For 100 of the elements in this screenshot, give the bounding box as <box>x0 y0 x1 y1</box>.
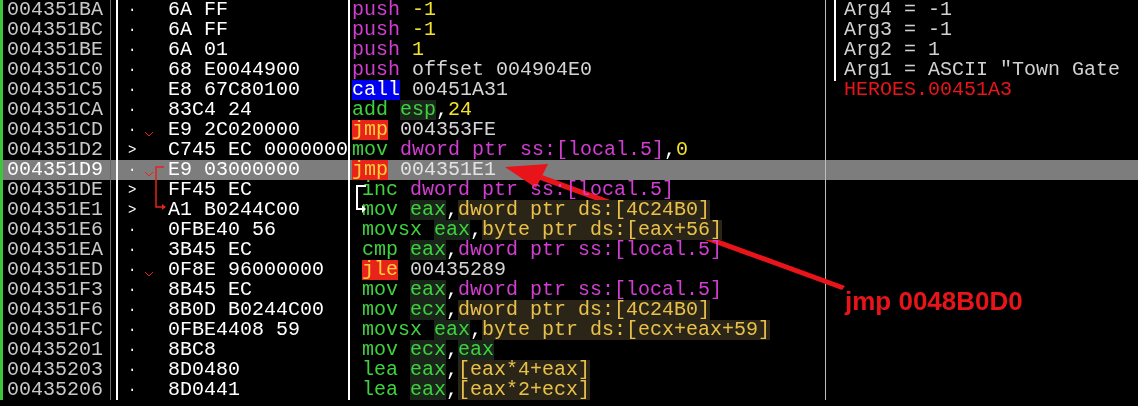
operand-text: byte ptr ds:[eax+56] <box>482 220 723 240</box>
code-row[interactable]: 004351D9 · E9 03000000 jmp 004351E1 <box>3 160 1138 180</box>
marker-text: · <box>128 161 138 180</box>
comma-text: , <box>470 320 483 340</box>
marker-text: · <box>128 301 138 320</box>
comma-text: , <box>446 340 459 360</box>
marker-text: · <box>128 81 138 100</box>
marker-text: · <box>128 21 138 40</box>
code-row[interactable]: 004351CA · 83C4 24 add esp,24 <box>3 100 1138 120</box>
comma-text: , <box>436 100 449 120</box>
operand-text: dword ptr ds:[4C24B0] <box>458 200 711 220</box>
operand-text: eax <box>410 380 447 400</box>
operand-text: dword ptr ss:[local.5] <box>458 240 723 260</box>
marker-text: · <box>128 41 138 60</box>
marker-text: · <box>128 221 138 240</box>
mnemonic-text: mov <box>362 340 398 360</box>
marker-text: > <box>128 181 138 200</box>
address-text: 004351F3 <box>7 278 103 301</box>
operand-text: byte ptr ds:[ecx+eax+59] <box>482 320 771 340</box>
operand-text: dword ptr ds:[4C24B0] <box>458 300 711 320</box>
mnemonic-text: jmp <box>352 120 388 140</box>
operand-text: -1 <box>412 20 437 40</box>
marker-text: · <box>128 341 138 360</box>
operand-text: offset 004904E0 <box>412 60 593 80</box>
bytes-text: 0F8E 96000000 <box>168 260 325 280</box>
operand-text: 00451A31 <box>412 80 509 100</box>
operand-text: eax <box>410 240 447 260</box>
address-text: 004351BE <box>7 38 103 61</box>
bytes-text: 6A FF <box>168 20 228 40</box>
code-row[interactable]: 004351C5 · E8 67C80100 call 00451A31 HEROES.00451A3 <box>3 80 1138 100</box>
mnemonic-text: inc <box>362 180 398 200</box>
annotation-text: jmp 0048B0D0 <box>845 286 1023 316</box>
address-text: 004351C0 <box>7 58 103 81</box>
address-text: 004351ED <box>7 258 103 281</box>
comment-text: Arg2 = 1 <box>834 38 940 61</box>
code-row[interactable]: 004351FC · 0FBE4408 59 movsx eax,byte ptr ds:[ecx+eax+59] <box>3 320 1138 340</box>
mnemonic-text: mov <box>352 140 388 160</box>
code-row[interactable]: 00435206 · 8D0441 lea eax,[eax*2+ecx] <box>3 380 1138 400</box>
address-text: 004351EA <box>7 238 103 261</box>
address-text: 004351FC <box>7 318 103 341</box>
marker-text: > <box>128 201 138 220</box>
operand-text: 00435289 <box>410 260 507 280</box>
bytes-text: 0FBE4408 59 <box>168 320 301 340</box>
comma-text: , <box>446 240 459 260</box>
bytes-text: 3B45 EC <box>168 240 252 260</box>
bytes-text: 0FBE40 56 <box>168 220 277 240</box>
mnemonic-text: lea <box>362 360 398 380</box>
operand-text: ecx <box>410 340 447 360</box>
address-text: 004351BC <box>7 18 103 41</box>
mnemonic-text: mov <box>362 300 398 320</box>
operand-text: [eax*4+eax] <box>458 360 591 380</box>
marker-text: · <box>128 381 138 400</box>
mnemonic-text: add <box>352 100 388 120</box>
operand-text: dword ptr ss:[local.5] <box>458 280 723 300</box>
bytes-text: 6A 01 <box>168 40 228 60</box>
mnemonic-text: movsx <box>362 220 422 240</box>
comma-text: , <box>446 200 459 220</box>
code-row[interactable]: 004351E6 · 0FBE40 56 movsx eax,byte ptr ds:[eax+56] <box>3 220 1138 240</box>
operand-text: -1 <box>412 0 437 20</box>
bytes-text: 68 E0044900 <box>168 60 301 80</box>
mnemonic-text: push <box>352 0 400 20</box>
address-text: 004351CA <box>7 98 103 121</box>
marker-text: · <box>128 361 138 380</box>
comma-text: , <box>446 380 459 400</box>
code-row[interactable]: 004351BE · 6A 01 push 1 Arg2 = 1 <box>3 40 1138 60</box>
comment-text: Arg4 = -1 <box>834 0 953 21</box>
mnemonic-text: mov <box>362 280 398 300</box>
address-text: 004351E1 <box>7 198 103 221</box>
mnemonic-text: push <box>352 40 400 60</box>
operand-text: 004353FE <box>400 120 497 140</box>
comment-text: HEROES.00451A3 <box>843 78 1013 101</box>
bytes-text: 83C4 24 <box>168 100 252 120</box>
marker-text: · <box>128 121 138 140</box>
marker-text: · <box>128 281 138 300</box>
mnemonic-text: cmp <box>362 240 398 260</box>
comma-text: , <box>446 280 459 300</box>
marker-text: · <box>128 321 138 340</box>
address-text: 00435206 <box>7 378 103 401</box>
address-text: 00435203 <box>7 358 103 381</box>
address-text: 004351CD <box>7 118 103 141</box>
marker-text: · <box>128 101 138 120</box>
mnemonic-text: mov <box>362 200 398 220</box>
operand-text: [eax*2+ecx] <box>458 380 591 400</box>
operand-text: eax <box>410 200 447 220</box>
mnemonic-text: push <box>352 60 400 80</box>
comment-text: Arg3 = -1 <box>834 18 953 41</box>
marker-text: · <box>128 241 138 260</box>
operand-text: 1 <box>412 40 425 60</box>
mnemonic-text: movsx <box>362 320 422 340</box>
comma-text: , <box>470 220 483 240</box>
code-row[interactable]: 004351BC · 6A FF push -1 Arg3 = -1 <box>3 20 1138 40</box>
code-row[interactable]: 004351CD · E9 2C020000 jmp 004353FE <box>3 120 1138 140</box>
address-text: 004351C5 <box>7 78 103 101</box>
mnemonic-text: call <box>352 80 400 100</box>
comma-text: , <box>446 300 459 320</box>
address-text: 004351BA <box>7 0 103 21</box>
code-row[interactable]: 004351BA · 6A FF push -1 Arg4 = -1 <box>3 0 1138 20</box>
bytes-text: 6A FF <box>168 0 228 20</box>
operand-text: 0 <box>676 140 689 160</box>
operand-text: 004351E1 <box>400 160 497 180</box>
